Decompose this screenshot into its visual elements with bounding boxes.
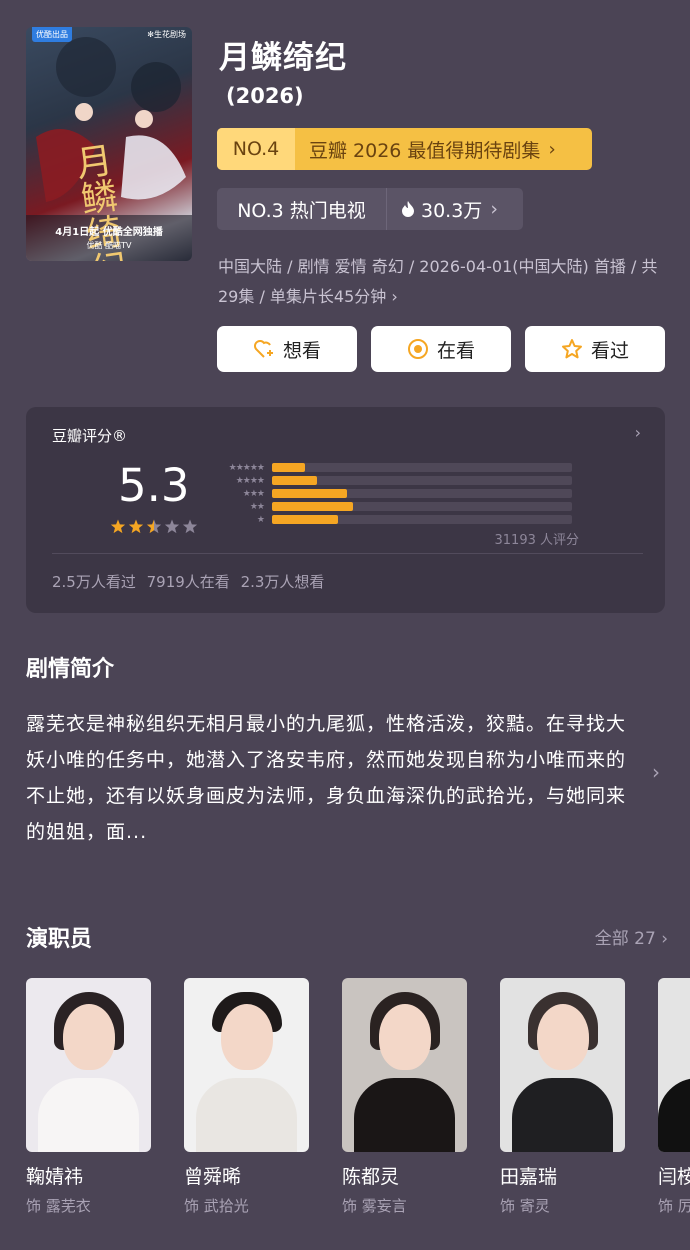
bar-fill (272, 502, 353, 511)
star-icon (110, 519, 126, 534)
rating-card[interactable]: 豆瓣评分® › 5.3 ★★★★★ ★★★★ ★★★ ★★ ★ 31193 人评分 2.… (26, 407, 665, 613)
bar-fill (272, 463, 305, 472)
divider (52, 553, 643, 554)
watch-stats: 2.5万人看过 7919人在看 2.3万人想看 (52, 573, 325, 591)
watching-button[interactable]: 在看 (371, 326, 511, 372)
actor-role: 饰 厉 (658, 1197, 690, 1215)
star-icon (164, 519, 180, 534)
actor-role: 饰 武拾光 (184, 1197, 249, 1215)
heat-value: 30.3万 (421, 199, 483, 222)
star-icon (182, 519, 198, 534)
hot-tv-rank: NO.3 热门电视 (217, 188, 387, 230)
want-to-watch-button[interactable]: 想看 (217, 326, 357, 372)
ranking-number: NO.4 (217, 128, 295, 170)
rating-bar-row: ★★ (214, 500, 572, 513)
actor-name: 鞠婧祎 (26, 1166, 84, 1188)
want-to-watch-label: 想看 (282, 339, 321, 362)
actor-name: 闫桉 (658, 1166, 690, 1188)
star-rating-icon (110, 519, 198, 534)
cast-member[interactable]: 陈都灵 饰 雾妄言 (342, 978, 467, 1216)
ranking-badge-hot-tv[interactable]: NO.3 热门电视 30.3万 › (217, 188, 523, 230)
poster-platforms: 优酷 酷喵TV (86, 241, 132, 250)
heart-plus-icon (253, 340, 273, 358)
chevron-right-icon: › (490, 198, 498, 220)
star-icon (146, 519, 162, 534)
release-year: (2026) (226, 84, 304, 108)
actor-name: 陈都灵 (342, 1166, 400, 1188)
watched-button[interactable]: 看过 (525, 326, 665, 372)
star-outline-icon (561, 339, 582, 359)
bar-track (272, 476, 572, 485)
actor-photo (658, 978, 690, 1152)
ranking-badge-expected[interactable]: NO.4 豆瓣 2026 最值得期待剧集 › (217, 128, 592, 170)
actor-role: 饰 露芜衣 (26, 1197, 91, 1215)
cast-list: 鞠婧祎 饰 露芜衣 曾舜晞 饰 武拾光 陈都灵 饰 雾妄言 田嘉瑞 饰 寄灵 闫… (26, 978, 690, 1216)
chevron-right-icon[interactable]: › (652, 760, 660, 784)
poster-release-line: 4月1日起 优酷全网独播 (55, 227, 163, 238)
bar-star-label: ★★ (249, 501, 265, 512)
rating-count: 31193 人评分 (494, 533, 580, 548)
bar-fill (272, 476, 317, 485)
bar-fill (272, 515, 338, 524)
ranking-label: 豆瓣 2026 最值得期待剧集 (309, 139, 541, 162)
bar-track (272, 489, 572, 498)
rating-stars (110, 519, 202, 539)
bar-track (272, 463, 572, 472)
bar-star-label: ★★★★★ (228, 462, 265, 473)
actor-photo (26, 978, 151, 1152)
actor-photo (342, 978, 467, 1152)
chevron-right-icon: › (548, 138, 556, 160)
poster-image[interactable]: 优酷出品 ✻生花剧场 月鳞绮纪 4月1日起 优酷全网独播 优酷 酷喵TV (26, 27, 192, 261)
synopsis-text[interactable]: 露芜衣是神秘组织无相月最小的九尾狐，性格活泼，狡黠。在寻找大妖小唯的任务中，她潜… (26, 706, 632, 850)
actor-name: 曾舜晞 (184, 1166, 242, 1188)
rating-distribution: ★★★★★ ★★★★ ★★★ ★★ ★ (214, 461, 572, 526)
star-icon (128, 519, 144, 534)
chevron-right-icon: › (634, 423, 641, 442)
show-meta-info[interactable]: 中国大陆 / 剧情 爱情 奇幻 / 2026-04-01(中国大陆) 首播 / … (218, 252, 668, 312)
actor-role: 饰 雾妄言 (342, 1197, 407, 1215)
bar-track (272, 515, 572, 524)
bar-track (272, 502, 572, 511)
bar-star-label: ★★★ (242, 488, 265, 499)
watched-label: 看过 (590, 339, 629, 362)
rating-bar-row: ★★★ (214, 487, 572, 500)
cast-member[interactable]: 闫桉 饰 厉 (658, 978, 690, 1216)
actor-photo (500, 978, 625, 1152)
actor-photo (184, 978, 309, 1152)
actor-role: 饰 寄灵 (500, 1197, 550, 1215)
bar-fill (272, 489, 347, 498)
rating-bar-row: ★★★★★ (214, 461, 572, 474)
rating-score: 5.3 (118, 459, 190, 512)
rating-bar-row: ★ (214, 513, 572, 526)
watching-label: 在看 (436, 339, 475, 362)
bar-star-label: ★★★★ (235, 475, 265, 486)
rating-bar-row: ★★★★ (214, 474, 572, 487)
bar-star-label: ★ (256, 514, 265, 525)
heat-indicator: 30.3万 › (387, 196, 498, 223)
flame-icon (402, 201, 414, 217)
page-title: 月鳞绮纪 (219, 40, 347, 76)
actor-name: 田嘉瑞 (500, 1166, 558, 1188)
synopsis-title: 剧情简介 (26, 657, 115, 682)
target-icon (407, 339, 428, 359)
all-cast-link[interactable]: 全部 27 › (595, 924, 668, 949)
cast-member[interactable]: 田嘉瑞 饰 寄灵 (500, 978, 625, 1216)
cast-title: 演职员 (26, 927, 93, 952)
cast-member[interactable]: 曾舜晞 饰 武拾光 (184, 978, 309, 1216)
rating-heading: 豆瓣评分® (52, 427, 128, 445)
cast-member[interactable]: 鞠婧祎 饰 露芜衣 (26, 978, 151, 1216)
